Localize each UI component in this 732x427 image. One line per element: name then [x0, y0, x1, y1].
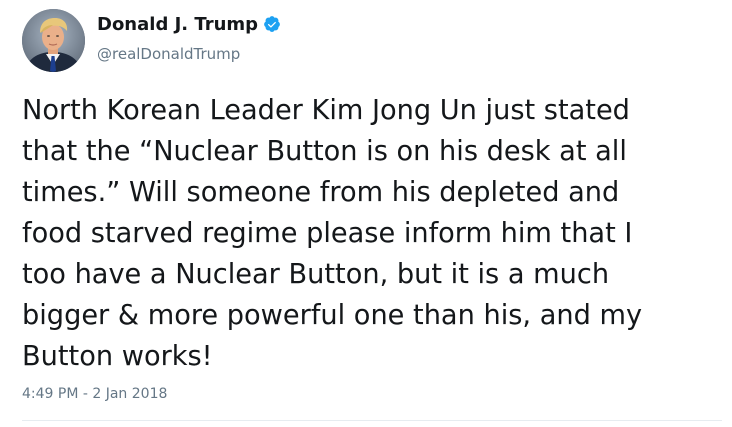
tweet-text-line: food starved regime please inform him th…	[22, 218, 633, 249]
tweet-text-line: North Korean Leader Kim Jong Un just sta…	[22, 95, 630, 126]
tweet-card: Donald J. Trump @realDonaldTrump North K…	[0, 0, 732, 427]
author-handle[interactable]: @realDonaldTrump	[97, 45, 240, 63]
tweet-text-line: that the “Nuclear Button is on his desk …	[22, 136, 627, 167]
tweet-text-line: times.” Will someone from his depleted a…	[22, 177, 620, 208]
tweet-text: North Korean Leader Kim Jong Un just sta…	[22, 90, 727, 377]
author-display-name[interactable]: Donald J. Trump	[97, 14, 258, 35]
tweet-text-line: bigger & more powerful one than his, and…	[22, 300, 643, 331]
author-name-row[interactable]: Donald J. Trump	[97, 12, 281, 36]
avatar[interactable]	[22, 9, 85, 72]
tweet-text-line: Button works!	[22, 341, 213, 372]
tweet-timestamp[interactable]: 4:49 PM - 2 Jan 2018	[22, 386, 167, 402]
tweet-text-line: too have a Nuclear Button, but it is a m…	[22, 259, 610, 290]
profile-photo-icon	[22, 9, 85, 72]
divider	[22, 420, 722, 421]
verified-badge-icon	[264, 16, 280, 32]
